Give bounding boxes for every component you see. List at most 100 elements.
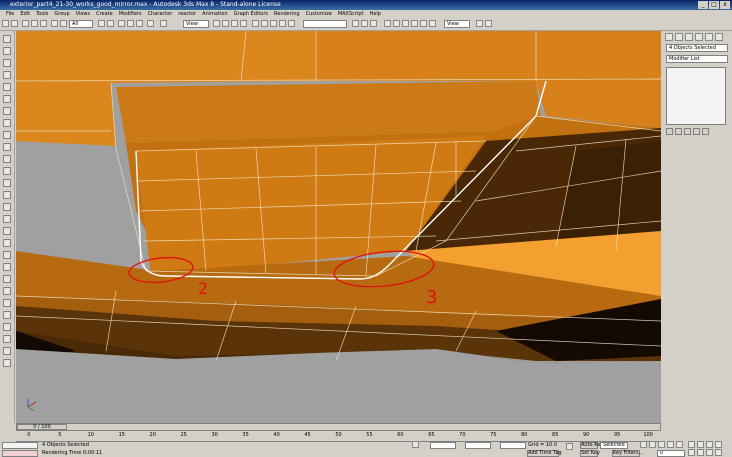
ref-coord-dropdown[interactable]: View [183,20,209,28]
display-tool-icon[interactable] [3,83,11,91]
window-crossing-icon[interactable] [107,20,114,27]
water-icon[interactable] [3,263,11,271]
menu-graph-editors[interactable]: Graph Editors [234,10,268,18]
configure-modifier-sets-icon[interactable] [702,128,709,135]
create-tool-icon[interactable] [3,35,11,43]
select-scale-icon[interactable] [136,20,143,27]
maximize-button[interactable]: □ [709,1,719,9]
show-end-result-icon[interactable] [675,128,682,135]
render-last-icon[interactable] [393,20,400,27]
menu-customize[interactable]: Customize [306,10,332,18]
modifier-stack[interactable] [666,67,726,125]
teapot-render-icon[interactable] [420,20,427,27]
soft-body-icon[interactable] [3,131,11,139]
hinge-icon[interactable] [3,287,11,295]
deforming-mesh-icon[interactable] [3,167,11,175]
link-icon[interactable] [22,20,29,27]
car-wheel-icon[interactable] [3,323,11,331]
schematic-view-icon[interactable] [288,20,295,27]
select-region-icon[interactable] [98,20,105,27]
utilities-tool-icon[interactable] [3,95,11,103]
named-selection-dropdown[interactable] [303,20,347,28]
angle-snap-icon[interactable] [222,20,229,27]
selection-name-field[interactable]: 4 Objects Selected [666,44,728,52]
maximize-viewport-icon[interactable] [715,449,722,456]
menu-views[interactable]: Views [76,10,90,18]
hierarchy-tool-icon[interactable] [3,59,11,67]
menu-file[interactable]: File [6,10,14,18]
zoom-all-icon[interactable] [697,441,704,448]
select-move-icon[interactable] [118,20,125,27]
x-coordinate-field[interactable] [430,442,456,449]
modifier-list-dropdown[interactable]: Modifier List [666,55,728,63]
zoom-extents-all-icon[interactable] [715,441,722,448]
lock-selection-icon[interactable] [412,441,419,448]
environment-icon[interactable] [411,20,418,27]
cloth-icon[interactable] [3,143,11,151]
y-coordinate-field[interactable] [465,442,491,449]
fracture-icon[interactable] [3,251,11,259]
motor-icon[interactable] [3,215,11,223]
time-slider-thumb[interactable]: 0 / 100 [17,424,67,430]
view-dropdown[interactable]: View [444,20,470,28]
menu-help[interactable]: Help [369,10,380,18]
spring-icon[interactable] [3,191,11,199]
render-teapot-icon[interactable] [485,20,492,27]
maxscript-listener[interactable] [2,442,38,449]
bind-space-warp-icon[interactable] [40,20,47,27]
plane-icon[interactable] [3,179,11,187]
hierarchy-tab-icon[interactable] [685,33,693,41]
analyze-world-icon[interactable] [3,359,11,367]
arc-rotate-icon[interactable] [706,449,713,456]
constraint-icon[interactable] [3,275,11,283]
modify-tab-icon[interactable] [675,33,683,41]
menu-animation[interactable]: Animation [202,10,228,18]
menu-rendering[interactable]: Rendering [274,10,300,18]
pan-icon[interactable] [697,449,704,456]
align-icon[interactable] [261,20,268,27]
remove-modifier-icon[interactable] [693,128,700,135]
layer-manager-icon[interactable] [270,20,277,27]
key-filters-button[interactable]: Key Filters... [612,450,643,457]
perspective-viewport[interactable]: 2 3 [16,31,661,423]
close-button[interactable]: x [720,1,730,9]
selection-filter-dropdown[interactable]: All [69,20,93,28]
field-of-view-icon[interactable] [688,449,695,456]
rope-icon[interactable] [3,155,11,163]
preview-animation-icon[interactable] [3,347,11,355]
make-unique-icon[interactable] [684,128,691,135]
rigid-body-icon[interactable] [3,119,11,127]
zoom-extents-icon[interactable] [706,441,713,448]
select-by-name-icon[interactable] [60,20,67,27]
go-to-start-icon[interactable] [640,441,647,448]
undo-icon[interactable] [2,20,9,27]
redo-icon[interactable] [11,20,18,27]
activeshade-icon[interactable] [402,20,409,27]
menu-create[interactable]: Create [96,10,113,18]
go-to-end-icon[interactable] [676,441,683,448]
next-frame-icon[interactable] [667,441,674,448]
current-frame-field[interactable]: 0 [657,450,685,457]
menu-group[interactable]: Group [54,10,69,18]
zoom-icon[interactable] [688,441,695,448]
reactor-tool-icon[interactable] [3,107,11,115]
prismatic-icon[interactable] [3,311,11,319]
time-slider[interactable]: 0 / 100 [16,423,661,431]
display-tab-icon[interactable] [705,33,713,41]
add-time-tag-button[interactable]: Add Time Tag [527,450,562,457]
material-editor-icon[interactable] [352,20,359,27]
quick-render-icon[interactable] [370,20,377,27]
menu-reactor[interactable]: reactor [178,10,196,18]
set-key-button[interactable]: Set Key [580,450,600,457]
menu-character[interactable]: Character [148,10,173,18]
utilities-tab-icon[interactable] [715,33,723,41]
modify-tool-icon[interactable] [3,47,11,55]
spinner-snap-icon[interactable] [240,20,247,27]
motion-tab-icon[interactable] [695,33,703,41]
motion-tool-icon[interactable] [3,71,11,79]
menu-edit[interactable]: Edit [20,10,30,18]
render-production-icon[interactable] [476,20,483,27]
unlink-icon[interactable] [31,20,38,27]
play-icon[interactable] [658,441,665,448]
select-manipulate-icon[interactable] [147,20,154,27]
